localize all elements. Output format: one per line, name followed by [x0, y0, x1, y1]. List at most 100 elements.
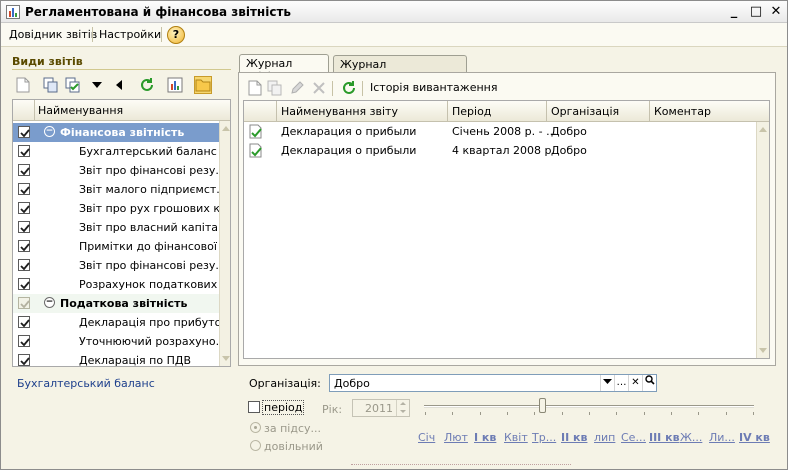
dropdown-arrow-icon[interactable]	[600, 375, 614, 391]
scroll-down-arrow-icon[interactable]	[222, 354, 230, 362]
tree-row[interactable]: Звіт про фінансові резу...	[13, 256, 226, 275]
tree-row[interactable]: Звіт про рух грошових к...	[13, 199, 230, 218]
minimize-button[interactable]: _	[725, 3, 743, 21]
tree-row-label: Звіт про рух грошових к...	[79, 202, 231, 215]
tree-row[interactable]: Декларація по ПДВ	[13, 351, 219, 366]
cell-period: Січень 2008 р. - ...	[452, 125, 557, 138]
tree-row[interactable]: Примітки до фінансової ...	[13, 237, 230, 256]
tree-row[interactable]: Розрахунок податкових ...	[13, 275, 230, 294]
journal-scrollbar[interactable]	[756, 122, 769, 358]
row-checkbox[interactable]	[18, 183, 30, 195]
tree-scrollbar[interactable]	[219, 121, 230, 366]
export-history-button[interactable]: Історія вивантаження	[370, 81, 497, 94]
cell-organization: Добро	[551, 125, 587, 138]
clear-icon[interactable]: ✕	[628, 375, 642, 391]
row-checkbox[interactable]	[18, 259, 30, 271]
tree-row[interactable]: Звіт про власний капіта...	[13, 218, 228, 237]
tree-group-row[interactable]: − Фінансова звітність	[13, 123, 219, 142]
period-slider-track[interactable]	[424, 405, 754, 408]
collapse-arrow-icon[interactable]	[110, 76, 128, 94]
check-all-icon[interactable]	[64, 76, 82, 94]
quick-period-link[interactable]: IV кв	[739, 431, 770, 444]
maximize-button[interactable]: □	[747, 3, 765, 21]
tree-row[interactable]: Декларація про прибуток	[13, 313, 228, 332]
row-checkbox[interactable]	[18, 240, 30, 252]
tab-report-journal[interactable]: Журнал звітів	[239, 54, 329, 83]
copy-icon[interactable]	[42, 76, 60, 94]
row-checkbox[interactable]	[18, 221, 30, 233]
quick-period-link[interactable]: Тр...	[532, 431, 556, 444]
slider-tick	[561, 412, 563, 415]
radio-arbitrary[interactable]	[250, 440, 261, 451]
column-header-name[interactable]: Найменування	[38, 104, 123, 117]
journal-row[interactable]: Декларация о прибыли Січень 2008 р. - ...…	[244, 122, 756, 141]
row-checkbox[interactable]	[18, 145, 30, 157]
help-icon[interactable]: ?	[167, 26, 185, 44]
row-checkbox[interactable]	[18, 354, 30, 366]
selected-report-link[interactable]: Бухгалтерський баланс	[17, 377, 155, 390]
refresh-icon[interactable]	[340, 79, 358, 97]
quick-period-link[interactable]: III кв	[649, 431, 680, 444]
scroll-up-arrow-icon[interactable]	[759, 126, 767, 134]
cell-organization: Добро	[551, 144, 587, 157]
slider-tick	[725, 412, 727, 415]
row-checkbox[interactable]	[18, 202, 30, 214]
tree-row[interactable]: Звіт малого підприємст...	[13, 180, 227, 199]
select-ellipsis-button[interactable]: …	[614, 375, 628, 391]
quick-period-link[interactable]: Ж...	[680, 431, 702, 444]
tree-group-row[interactable]: − Податкова звітність	[13, 294, 219, 313]
collapse-group-icon[interactable]: −	[44, 297, 55, 308]
row-checkbox[interactable]	[18, 297, 30, 309]
quick-period-link[interactable]: Січ	[418, 431, 435, 444]
year-stepper[interactable]: 2011	[352, 399, 410, 417]
tree-row[interactable]: Звіт про фінансові резу...	[13, 161, 226, 180]
quick-period-link[interactable]: Лют	[444, 431, 468, 444]
tree-row[interactable]: Уточнюючий розрахуно...	[13, 332, 226, 351]
search-icon[interactable]	[642, 375, 656, 391]
menu-separator	[92, 27, 93, 42]
column-header-comment[interactable]: Коментар	[654, 105, 711, 118]
column-header-report-name[interactable]: Найменування звіту	[281, 105, 398, 118]
menu-settings[interactable]: Настройки	[99, 28, 161, 41]
spin-down-icon[interactable]	[396, 408, 409, 416]
edit-pencil-icon	[288, 79, 306, 97]
period-checkbox-label[interactable]: період	[262, 400, 305, 415]
quick-period-link[interactable]: Ли...	[709, 431, 735, 444]
scroll-down-arrow-icon[interactable]	[759, 346, 767, 354]
title-bar: Регламентована й фінансова звітність _ □…	[1, 1, 787, 23]
journal-row[interactable]: Декларация о прибыли 4 квартал 2008 р. Доб…	[244, 141, 756, 160]
collapse-group-icon[interactable]: −	[44, 126, 55, 137]
menu-report-directory[interactable]: Довідник звітів	[9, 28, 97, 41]
period-slider-thumb[interactable]	[539, 398, 546, 413]
row-checkbox[interactable]	[18, 316, 30, 328]
tree-row-label: Примітки до фінансової ...	[79, 240, 231, 253]
quick-period-link[interactable]: Квіт	[504, 431, 528, 444]
column-separator	[34, 100, 35, 120]
dropdown-arrow-icon[interactable]	[88, 76, 106, 94]
quick-period-link[interactable]: лип	[594, 431, 615, 444]
row-checkbox[interactable]	[18, 278, 30, 290]
quick-period-link[interactable]: II кв	[561, 431, 587, 444]
quick-period-link[interactable]: I кв	[474, 431, 496, 444]
slider-tick	[698, 412, 700, 415]
spin-up-icon[interactable]	[396, 400, 409, 408]
row-checkbox[interactable]	[18, 335, 30, 347]
folder-tree-toggle-icon[interactable]	[194, 76, 212, 94]
column-header-organization[interactable]: Організація	[551, 105, 619, 118]
slider-tick	[534, 412, 536, 415]
row-checkbox[interactable]	[18, 164, 30, 176]
refresh-icon[interactable]	[138, 76, 156, 94]
quick-period-link[interactable]: Се...	[621, 431, 646, 444]
radio-summary[interactable]	[250, 422, 261, 433]
period-checkbox[interactable]	[248, 401, 260, 413]
tab-export-journal[interactable]: Журнал вивантаження	[333, 55, 467, 84]
row-checkbox[interactable]	[18, 126, 30, 138]
new-document-icon[interactable]	[246, 79, 264, 97]
tree-row[interactable]: Бухгалтерський баланс ...	[13, 142, 230, 161]
chart-report-icon[interactable]	[166, 76, 184, 94]
column-header-period[interactable]: Період	[452, 105, 491, 118]
new-document-icon[interactable]	[14, 76, 32, 94]
scroll-up-arrow-icon[interactable]	[222, 125, 230, 133]
close-button[interactable]: ✕	[767, 3, 785, 21]
organization-field[interactable]: Добро … ✕	[329, 374, 657, 392]
